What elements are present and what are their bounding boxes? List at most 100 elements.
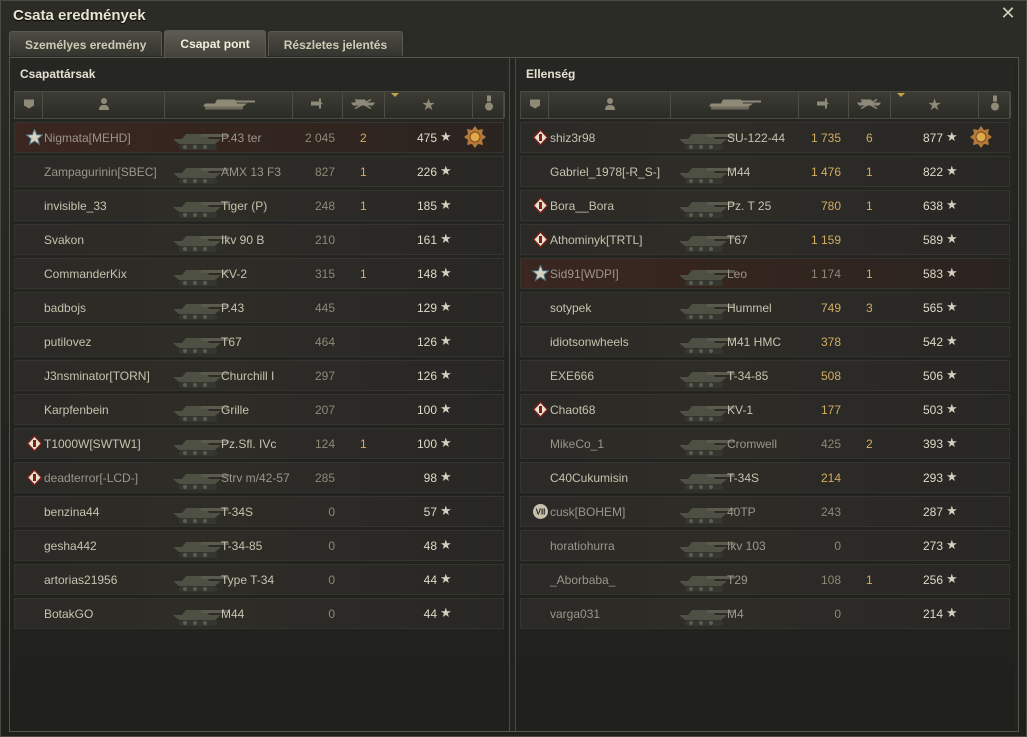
player-name: Zampagurinin[SBEC]	[44, 165, 157, 179]
damage-value: 827	[314, 165, 335, 179]
player-row[interactable]: CommanderKix KV-2 315 1 148 ★	[14, 258, 504, 289]
damage-value: 297	[314, 369, 335, 383]
xp-star-icon: ★	[946, 197, 958, 212]
xp-star-icon: ★	[421, 97, 436, 114]
damage-value: 214	[820, 471, 841, 485]
column-damage-icon[interactable]	[799, 92, 849, 118]
player-row[interactable]: gesha442 T-34-85 0 48 ★	[14, 530, 504, 561]
xp-value: 48	[423, 539, 437, 553]
column-tank-icon[interactable]	[165, 92, 293, 118]
player-row[interactable]: Chaot68 KV-1 177 503 ★	[520, 394, 1010, 425]
damage-value: 243	[820, 505, 841, 519]
xp-star-icon: ★	[440, 333, 452, 348]
player-row[interactable]: Karpfenbein Grille 207 100 ★	[14, 394, 504, 425]
tab-personal-results[interactable]: Személyes eredmény	[9, 31, 163, 56]
xp-star-icon: ★	[946, 265, 958, 280]
vehicle-name: Cromwell	[727, 437, 778, 451]
damage-value: 464	[314, 335, 335, 349]
xp-star-icon: ★	[946, 163, 958, 178]
player-row[interactable]: idiotsonwheels M41 HMC 378 542 ★	[520, 326, 1010, 357]
kills-value: 1	[866, 199, 873, 213]
player-row[interactable]: BotakGO M44 0 44 ★	[14, 598, 504, 629]
column-tank-icon[interactable]	[671, 92, 799, 118]
player-name: Bora__Bora	[550, 199, 615, 213]
xp-star-icon: ★	[946, 231, 958, 246]
player-row[interactable]: varga031 M4 0 214 ★	[520, 598, 1010, 629]
player-row[interactable]: T1000W[SWTW1] Pz.Sfl. IVc 124 1 100 ★	[14, 428, 504, 459]
xp-star-icon: ★	[946, 469, 958, 484]
vehicle-name: 40TP	[727, 505, 756, 519]
vehicle-name: T-34-85	[727, 369, 769, 383]
xp-star-icon: ★	[440, 367, 452, 382]
xp-value: 161	[416, 233, 437, 247]
player-row[interactable]: invisible_33 Tiger (P) 248 1 185 ★	[14, 190, 504, 221]
player-row[interactable]: Bora__Bora Pz. T 25 780 1 638 ★	[520, 190, 1010, 221]
kills-value: 1	[360, 437, 367, 451]
player-row[interactable]: shiz3r98 SU-122-44 1 735 6 877 ★	[520, 122, 1010, 153]
xp-star-icon: ★	[946, 299, 958, 314]
player-row[interactable]: badbojs P.43 445 129 ★	[14, 292, 504, 323]
column-kills-icon[interactable]	[343, 92, 385, 118]
player-row[interactable]: deadterror[-LCD-] Strv m/42-57 285 98 ★	[14, 462, 504, 493]
player-row[interactable]: MikeCo_1 Cromwell 425 2 393 ★	[520, 428, 1010, 459]
xp-value: 822	[922, 165, 943, 179]
column-medal-icon[interactable]	[979, 92, 1011, 118]
player-row[interactable]: sotypek Hummel 749 3 565 ★	[520, 292, 1010, 323]
kills-value: 1	[866, 267, 873, 281]
damage-value: 1 174	[810, 267, 841, 281]
tab-team-score[interactable]: Csapat pont	[164, 30, 266, 57]
player-row[interactable]: _Aborbaba_ T29 108 1 256 ★	[520, 564, 1010, 595]
xp-value: 589	[922, 233, 943, 247]
player-row[interactable]: benzina44 T-34S 0 57 ★	[14, 496, 504, 527]
player-row[interactable]: artorias21956 Type T-34 0 44 ★	[14, 564, 504, 595]
player-name: Chaot68	[550, 403, 596, 417]
column-kills-icon[interactable]	[849, 92, 891, 118]
column-xp-star-icon[interactable]: ★	[385, 92, 473, 118]
xp-value: 57	[423, 505, 437, 519]
xp-value: 129	[416, 301, 437, 315]
player-row[interactable]: Svakon Ikv 90 B 210 161 ★	[14, 224, 504, 255]
vehicle-name: KV-2	[221, 267, 248, 281]
damage-value: 1 735	[810, 131, 841, 145]
damage-value: 508	[820, 369, 841, 383]
player-icon	[604, 97, 616, 113]
xp-star-icon: ★	[440, 469, 452, 484]
enemies-panel: Ellenség ★ shiz3r98 SU-122-44 1 735 6 877 ★ Ga…	[515, 58, 1015, 731]
damage-value: 207	[314, 403, 335, 417]
player-row[interactable]: C40Cukumisin T-34S 214 293 ★	[520, 462, 1010, 493]
xp-star-icon: ★	[440, 265, 452, 280]
svg-text:VII: VII	[536, 508, 546, 517]
kills-value: 2	[866, 437, 873, 451]
player-name: Gabriel_1978[-R_S-]	[550, 165, 661, 179]
player-name: _Aborbaba_	[550, 573, 616, 587]
kills-icon	[350, 98, 377, 113]
xp-value: 44	[423, 573, 437, 587]
column-squad-icon[interactable]	[521, 92, 549, 118]
player-row[interactable]: Zampagurinin[SBEC] AMX 13 F3 827 1 226 ★	[14, 156, 504, 187]
damage-value: 378	[820, 335, 841, 349]
clan-icon	[532, 400, 549, 419]
xp-value: 475	[416, 131, 437, 145]
medal-icon	[464, 126, 486, 148]
player-row[interactable]: horatiohurra Ikv 103 0 273 ★	[520, 530, 1010, 561]
player-row[interactable]: Athominyk[TRTL] T67 1 159 589 ★	[520, 224, 1010, 255]
player-row[interactable]: Gabriel_1978[-R_S-] M44 1 476 1 822 ★	[520, 156, 1010, 187]
column-medal-icon[interactable]	[473, 92, 505, 118]
medal-icon	[970, 126, 992, 148]
column-player-icon[interactable]	[549, 92, 671, 118]
column-player-icon[interactable]	[43, 92, 165, 118]
column-xp-star-icon[interactable]: ★	[891, 92, 979, 118]
player-row[interactable]: Sid91[WDPI] Leo 1 174 1 583 ★	[520, 258, 1010, 289]
player-row[interactable]: VII cusk[BOHEM] 40TP 243 287 ★	[520, 496, 1010, 527]
player-row[interactable]: EXE666 T-34-85 508 506 ★	[520, 360, 1010, 391]
player-row[interactable]: Nigmata[MEHD] P.43 ter 2 045 2 475 ★	[14, 122, 504, 153]
tab-detailed-report[interactable]: Részletes jelentés	[267, 31, 404, 56]
player-row[interactable]: J3nsminator[TORN] Churchill I 297 126 ★	[14, 360, 504, 391]
column-damage-icon[interactable]	[293, 92, 343, 118]
player-name: varga031	[550, 607, 601, 621]
player-row[interactable]: putilovez T67 464 126 ★	[14, 326, 504, 357]
column-squad-icon[interactable]	[15, 92, 43, 118]
squad-icon	[529, 98, 541, 113]
xp-star-icon: ★	[440, 197, 452, 212]
close-icon[interactable]: ✕	[1000, 4, 1016, 22]
